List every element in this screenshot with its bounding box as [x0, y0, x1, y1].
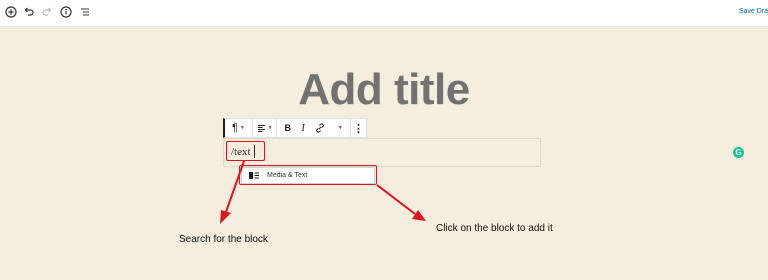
annotation-click: Click on the block to add it [436, 223, 553, 234]
arrowhead-search [220, 210, 231, 224]
annotation-search: Search for the block [179, 234, 268, 245]
annotation-arrows [220, 160, 426, 224]
arrow-to-search-label [225, 160, 245, 213]
arrow-to-click-label [376, 184, 416, 215]
arrowhead-click [412, 210, 426, 221]
